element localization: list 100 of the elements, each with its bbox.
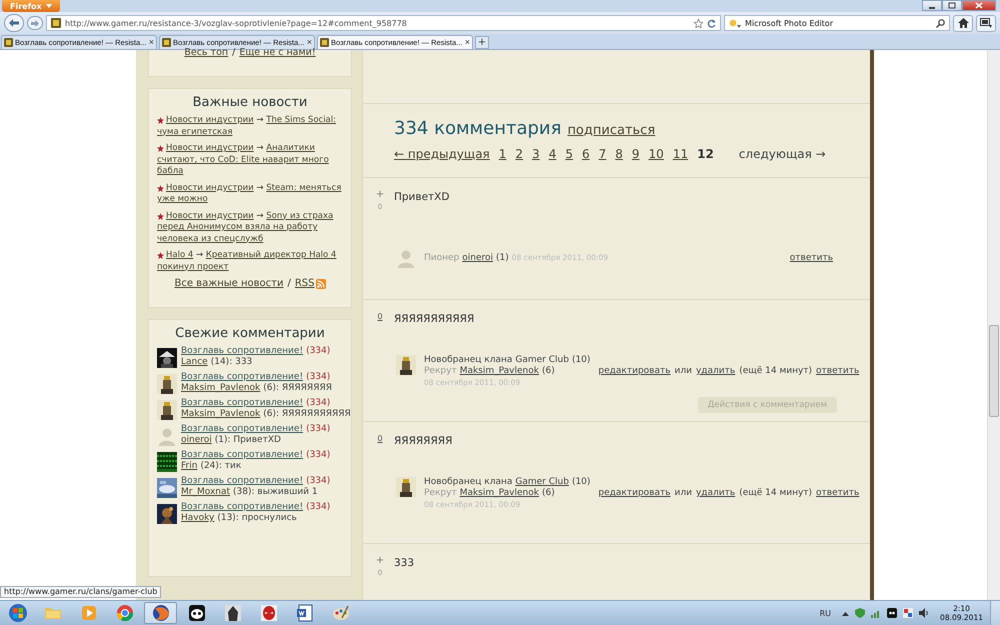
action-link[interactable]: редактировать [598, 366, 671, 376]
comment-count: (334) [306, 476, 330, 486]
language-indicator[interactable]: RU [820, 608, 832, 618]
username-link[interactable]: oineroi [462, 253, 494, 264]
home-button[interactable] [953, 14, 973, 32]
user-link[interactable]: Havoky [181, 513, 214, 523]
subscribe-link[interactable]: подписаться [567, 123, 656, 138]
user-link[interactable]: Maksim_Pavlenok [181, 383, 260, 393]
post-link[interactable]: Возглавь сопротивление! [181, 424, 304, 434]
minimize-button[interactable] [922, 0, 942, 11]
post-link[interactable]: Возглавь сопротивление! [181, 450, 304, 460]
link[interactable]: Еще не с нами! [239, 47, 316, 58]
star-icon [157, 212, 164, 220]
upvote-button[interactable]: + [376, 556, 384, 566]
post-link[interactable]: Возглавь сопротивление! [181, 372, 304, 382]
clan-link[interactable]: Gamer Club [515, 355, 569, 366]
home-icon [958, 18, 968, 28]
signal-icon[interactable] [871, 608, 882, 618]
news-item[interactable]: Новости индустрии → Sony из страха перед Анонимусом взяла на работу человека из спецслужб [157, 210, 343, 245]
comment-excerpt: (6): ЯЯЯЯЯЯЯЯЯЯЯ [263, 409, 351, 419]
action-link[interactable]: редактировать [598, 488, 671, 498]
close-button[interactable] [962, 0, 996, 11]
rss-link[interactable]: RSS [294, 278, 314, 289]
user-link[interactable]: Frin [181, 461, 198, 471]
comment-excerpt: (38): выживший 1 [233, 487, 318, 497]
maximize-button[interactable] [942, 0, 962, 11]
separator: / [232, 47, 236, 58]
news-item[interactable]: Новости индустрии → Steam: меняться уже можно [157, 182, 343, 206]
username-link[interactable]: Maksim_Pavlenok [460, 366, 539, 377]
scrollbar-thumb[interactable] [989, 325, 999, 417]
comment-excerpt: (24): тик [200, 461, 242, 471]
panda-icon [188, 604, 206, 622]
user-link[interactable]: Mr_Moxnat [181, 487, 230, 497]
username-link[interactable]: Maksim_Pavlenok [460, 488, 539, 499]
user-link[interactable]: oineroi [181, 435, 212, 445]
page-link[interactable]: 8 [615, 147, 623, 161]
user-rank: Рекрут [424, 488, 457, 499]
flag-icon[interactable] [903, 608, 914, 618]
action-link[interactable]: ответить [816, 488, 860, 498]
action-note: или [674, 488, 692, 498]
clan-count: (10) [572, 355, 590, 366]
site-icon [162, 38, 171, 47]
address-field[interactable]: http://www.gamer.ru/resistance-3/vozglav-soprotivlenie?page=12#comment_958778 [46, 15, 721, 31]
document-icon [296, 604, 314, 622]
search-field[interactable]: Microsoft Photo Editor [724, 15, 950, 31]
taskbar-button[interactable] [144, 602, 177, 624]
page-link[interactable]: 4 [548, 147, 556, 161]
current-page[interactable]: 12 [697, 147, 714, 161]
previous-page-link[interactable]: ← предыдущая [394, 147, 490, 161]
page-link[interactable]: 5 [565, 147, 573, 161]
close-tab-button[interactable]: × [148, 38, 154, 47]
next-page-label: следующая → [738, 147, 826, 161]
post-link[interactable]: Возглавь сопротивление! [181, 502, 304, 512]
action-link[interactable]: удалить [696, 488, 736, 498]
page-link[interactable]: 10 [648, 147, 664, 161]
clan-label: Новобранец клана [424, 477, 512, 488]
action-link[interactable]: ответить [816, 366, 860, 376]
page-link[interactable]: 11 [672, 147, 688, 161]
link[interactable]: Весь топ [184, 47, 228, 58]
panel-title: Свежие комментарии [174, 326, 326, 341]
site-icon [51, 18, 61, 28]
chevron-up-icon[interactable] [842, 610, 850, 616]
page-link[interactable]: 1 [498, 147, 506, 161]
new-tab-button[interactable]: + [475, 36, 489, 49]
clan-link[interactable]: Gamer Club [515, 477, 569, 488]
speaker-icon[interactable] [919, 608, 930, 618]
hooded-figure-icon [224, 604, 242, 622]
page-link[interactable]: 6 [582, 147, 590, 161]
page-link[interactable]: 7 [598, 147, 606, 161]
all-news-link[interactable]: Все важные новости [174, 278, 284, 289]
close-tab-button[interactable]: × [464, 38, 470, 47]
scrollbar[interactable] [987, 50, 1000, 600]
clan-count: (10) [572, 477, 590, 488]
addon-button[interactable] [976, 14, 996, 32]
close-tab-button[interactable]: × [306, 38, 312, 47]
news-item[interactable]: Новости индустрии → The Sims Social: чума египетская [157, 115, 343, 138]
back-button[interactable] [4, 14, 24, 32]
user-link[interactable]: Maksim_Pavlenok [181, 409, 260, 419]
upvote-button[interactable]: + [376, 190, 384, 200]
post-link[interactable]: Возглавь сопротивление! [181, 476, 304, 486]
separator: / [287, 278, 291, 289]
star-icon [157, 117, 164, 124]
user-level: (6) [542, 366, 555, 377]
user-link[interactable]: Lance [181, 357, 208, 367]
page-link[interactable]: 3 [532, 147, 540, 161]
panda-icon[interactable] [887, 608, 898, 618]
rating: 0 [377, 434, 383, 443]
action-link[interactable]: удалить [696, 366, 736, 376]
post-link[interactable]: Возглавь сопротивление! [181, 398, 304, 408]
comment-text: ЯЯЯЯЯЯЯЯ [394, 435, 452, 447]
news-item[interactable]: Halo 4 → Креативный директор Halo 4 покинул проект [157, 250, 343, 273]
action-link[interactable]: ответить [790, 253, 833, 263]
news-item[interactable]: Новости индустрии → Аналитики считают, что CoD: Elite наварит много бабла [157, 143, 343, 178]
rss-icon [316, 278, 326, 288]
page-link[interactable]: 2 [515, 147, 524, 161]
post-link[interactable]: Возглавь сопротивление! [181, 346, 304, 356]
search-icon [936, 18, 945, 28]
mask-icon [260, 604, 278, 622]
page-link[interactable]: 9 [632, 147, 640, 161]
globe-icon [152, 604, 170, 622]
